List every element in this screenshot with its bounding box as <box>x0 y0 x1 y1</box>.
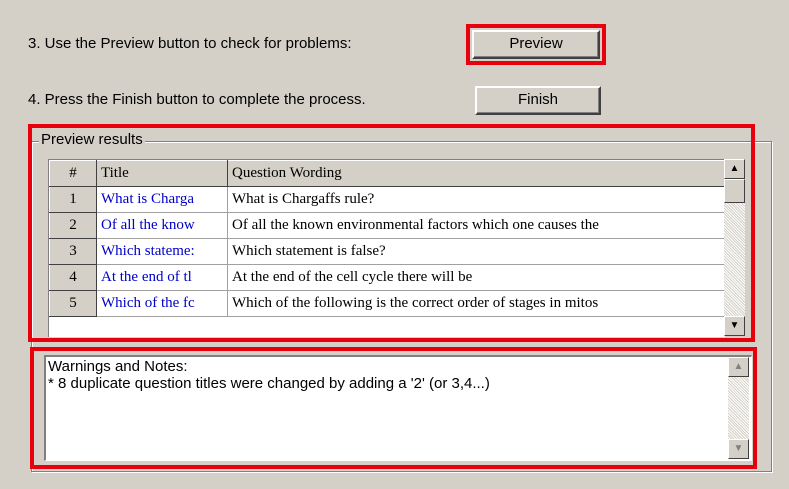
preview-button-highlight <box>466 24 606 65</box>
finish-button[interactable]: Finish <box>475 86 601 115</box>
step-4-instruction: 4. Press the Finish button to complete t… <box>28 91 366 108</box>
preview-results-highlight <box>28 124 755 342</box>
step-3-instruction: 3. Use the Preview button to check for p… <box>28 35 352 52</box>
warnings-highlight <box>30 347 757 469</box>
